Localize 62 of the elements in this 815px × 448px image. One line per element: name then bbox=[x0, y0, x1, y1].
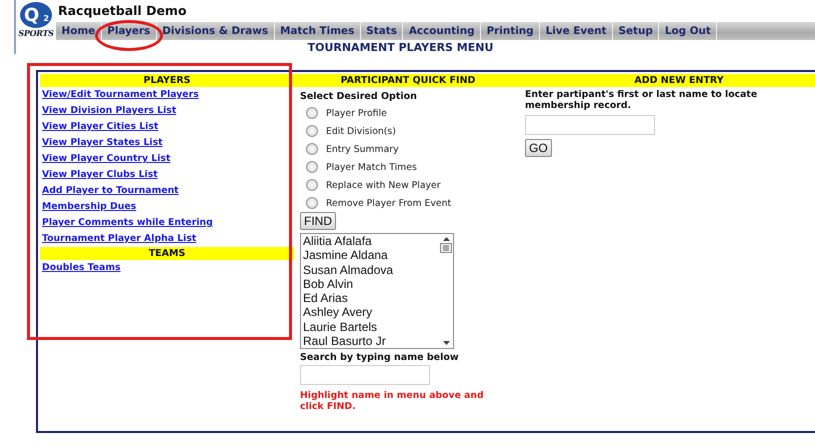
option-label: Player Match Times bbox=[326, 162, 417, 172]
list-item[interactable]: Bob Alvin bbox=[303, 276, 439, 292]
menu-link[interactable]: View/Edit Tournament Players bbox=[40, 87, 199, 103]
nav-tab[interactable]: Divisions & Draws bbox=[156, 22, 275, 40]
option-label: Player Profile bbox=[326, 108, 387, 118]
menu-link[interactable]: Player Comments while Entering bbox=[40, 215, 213, 231]
menu-link[interactable]: View Player Clubs List bbox=[40, 167, 158, 183]
section-header: ADD NEW ENTRY bbox=[522, 74, 815, 87]
scroll-up-icon[interactable] bbox=[442, 237, 450, 241]
list-item[interactable]: Aliitia Afalafa bbox=[303, 234, 439, 248]
radio-button[interactable] bbox=[306, 197, 318, 209]
menu-link[interactable]: View Division Players List bbox=[40, 103, 176, 119]
player-listbox[interactable]: Aliitia Afalafa Jasmine Aldana Susan Almadova Bob Alvin Ed Arias Ashley Avery Laurie Bartels Raul Basurto Jr bbox=[300, 233, 454, 349]
section-header: TEAMS bbox=[40, 247, 294, 260]
nav-tab[interactable]: Stats bbox=[360, 22, 404, 40]
list-item[interactable]: Jasmine Aldana bbox=[303, 248, 439, 263]
menu-link[interactable]: View Player States List bbox=[40, 135, 163, 151]
scroll-thumb-icon[interactable] bbox=[440, 243, 452, 253]
nav-tab[interactable]: Players bbox=[102, 22, 157, 40]
search-label: Search by typing name below bbox=[299, 351, 460, 363]
logo-subscript: 2 bbox=[43, 15, 49, 23]
menu-link[interactable]: Add Player to Tournament bbox=[40, 183, 179, 199]
radio-button[interactable] bbox=[306, 179, 318, 191]
menu-link[interactable]: Membership Dues bbox=[40, 199, 136, 215]
radio-button[interactable] bbox=[306, 161, 318, 173]
nav-tab[interactable]: Live Event bbox=[540, 22, 614, 40]
find-button[interactable]: FIND bbox=[300, 212, 336, 230]
nav-tab[interactable]: Home bbox=[56, 22, 102, 40]
search-field[interactable] bbox=[300, 365, 430, 385]
list-item[interactable]: Ashley Avery bbox=[303, 305, 439, 320]
option-label: Edit Division(s) bbox=[326, 126, 396, 136]
menu-link[interactable]: View Player Cities List bbox=[40, 119, 158, 135]
option-label: Replace with New Player bbox=[326, 180, 441, 190]
nav-tab[interactable]: Log Out bbox=[659, 22, 718, 40]
list-item[interactable]: Laurie Bartels bbox=[303, 320, 439, 334]
section-header: PLAYERS bbox=[40, 74, 294, 87]
nav-tab[interactable]: Match Times bbox=[274, 22, 361, 40]
menu-link[interactable]: Doubles Teams bbox=[40, 260, 121, 276]
list-item[interactable]: Raul Basurto Jr bbox=[303, 334, 439, 348]
menu-link[interactable]: View Player Country List bbox=[40, 151, 170, 167]
logo-caption: SPORTS bbox=[18, 28, 54, 38]
radio-button[interactable] bbox=[306, 143, 318, 155]
list-item[interactable]: Susan Almadova bbox=[303, 262, 439, 277]
logo-letter: Q bbox=[24, 4, 40, 26]
menu-link[interactable]: Tournament Player Alpha List bbox=[40, 231, 196, 247]
name-field[interactable] bbox=[525, 115, 655, 135]
radio-button[interactable] bbox=[306, 125, 318, 137]
nav-tab[interactable]: Setup bbox=[613, 22, 660, 40]
scroll-down-icon[interactable] bbox=[442, 341, 450, 345]
nav-tab[interactable]: Printing bbox=[481, 22, 540, 40]
page-title: TOURNAMENT PLAYERS MENU bbox=[306, 40, 494, 54]
option-prompt: Select Desired Option bbox=[299, 90, 418, 104]
option-label: Entry Summary bbox=[326, 144, 399, 154]
section-header: PARTICIPANT QUICK FIND bbox=[294, 74, 522, 87]
radio-button[interactable] bbox=[306, 107, 318, 119]
site-title: Racquetball Demo bbox=[57, 2, 188, 20]
hint-text: Highlight name in menu above and click FIND. bbox=[299, 389, 485, 412]
go-button[interactable]: GO bbox=[525, 139, 552, 157]
option-label: Remove Player From Event bbox=[326, 198, 452, 208]
list-item[interactable]: Ed Arias bbox=[303, 291, 439, 306]
nav-tab[interactable]: Accounting bbox=[403, 22, 482, 40]
instructions-text: Enter partipant's first or last name to locate membership record. bbox=[524, 88, 758, 111]
